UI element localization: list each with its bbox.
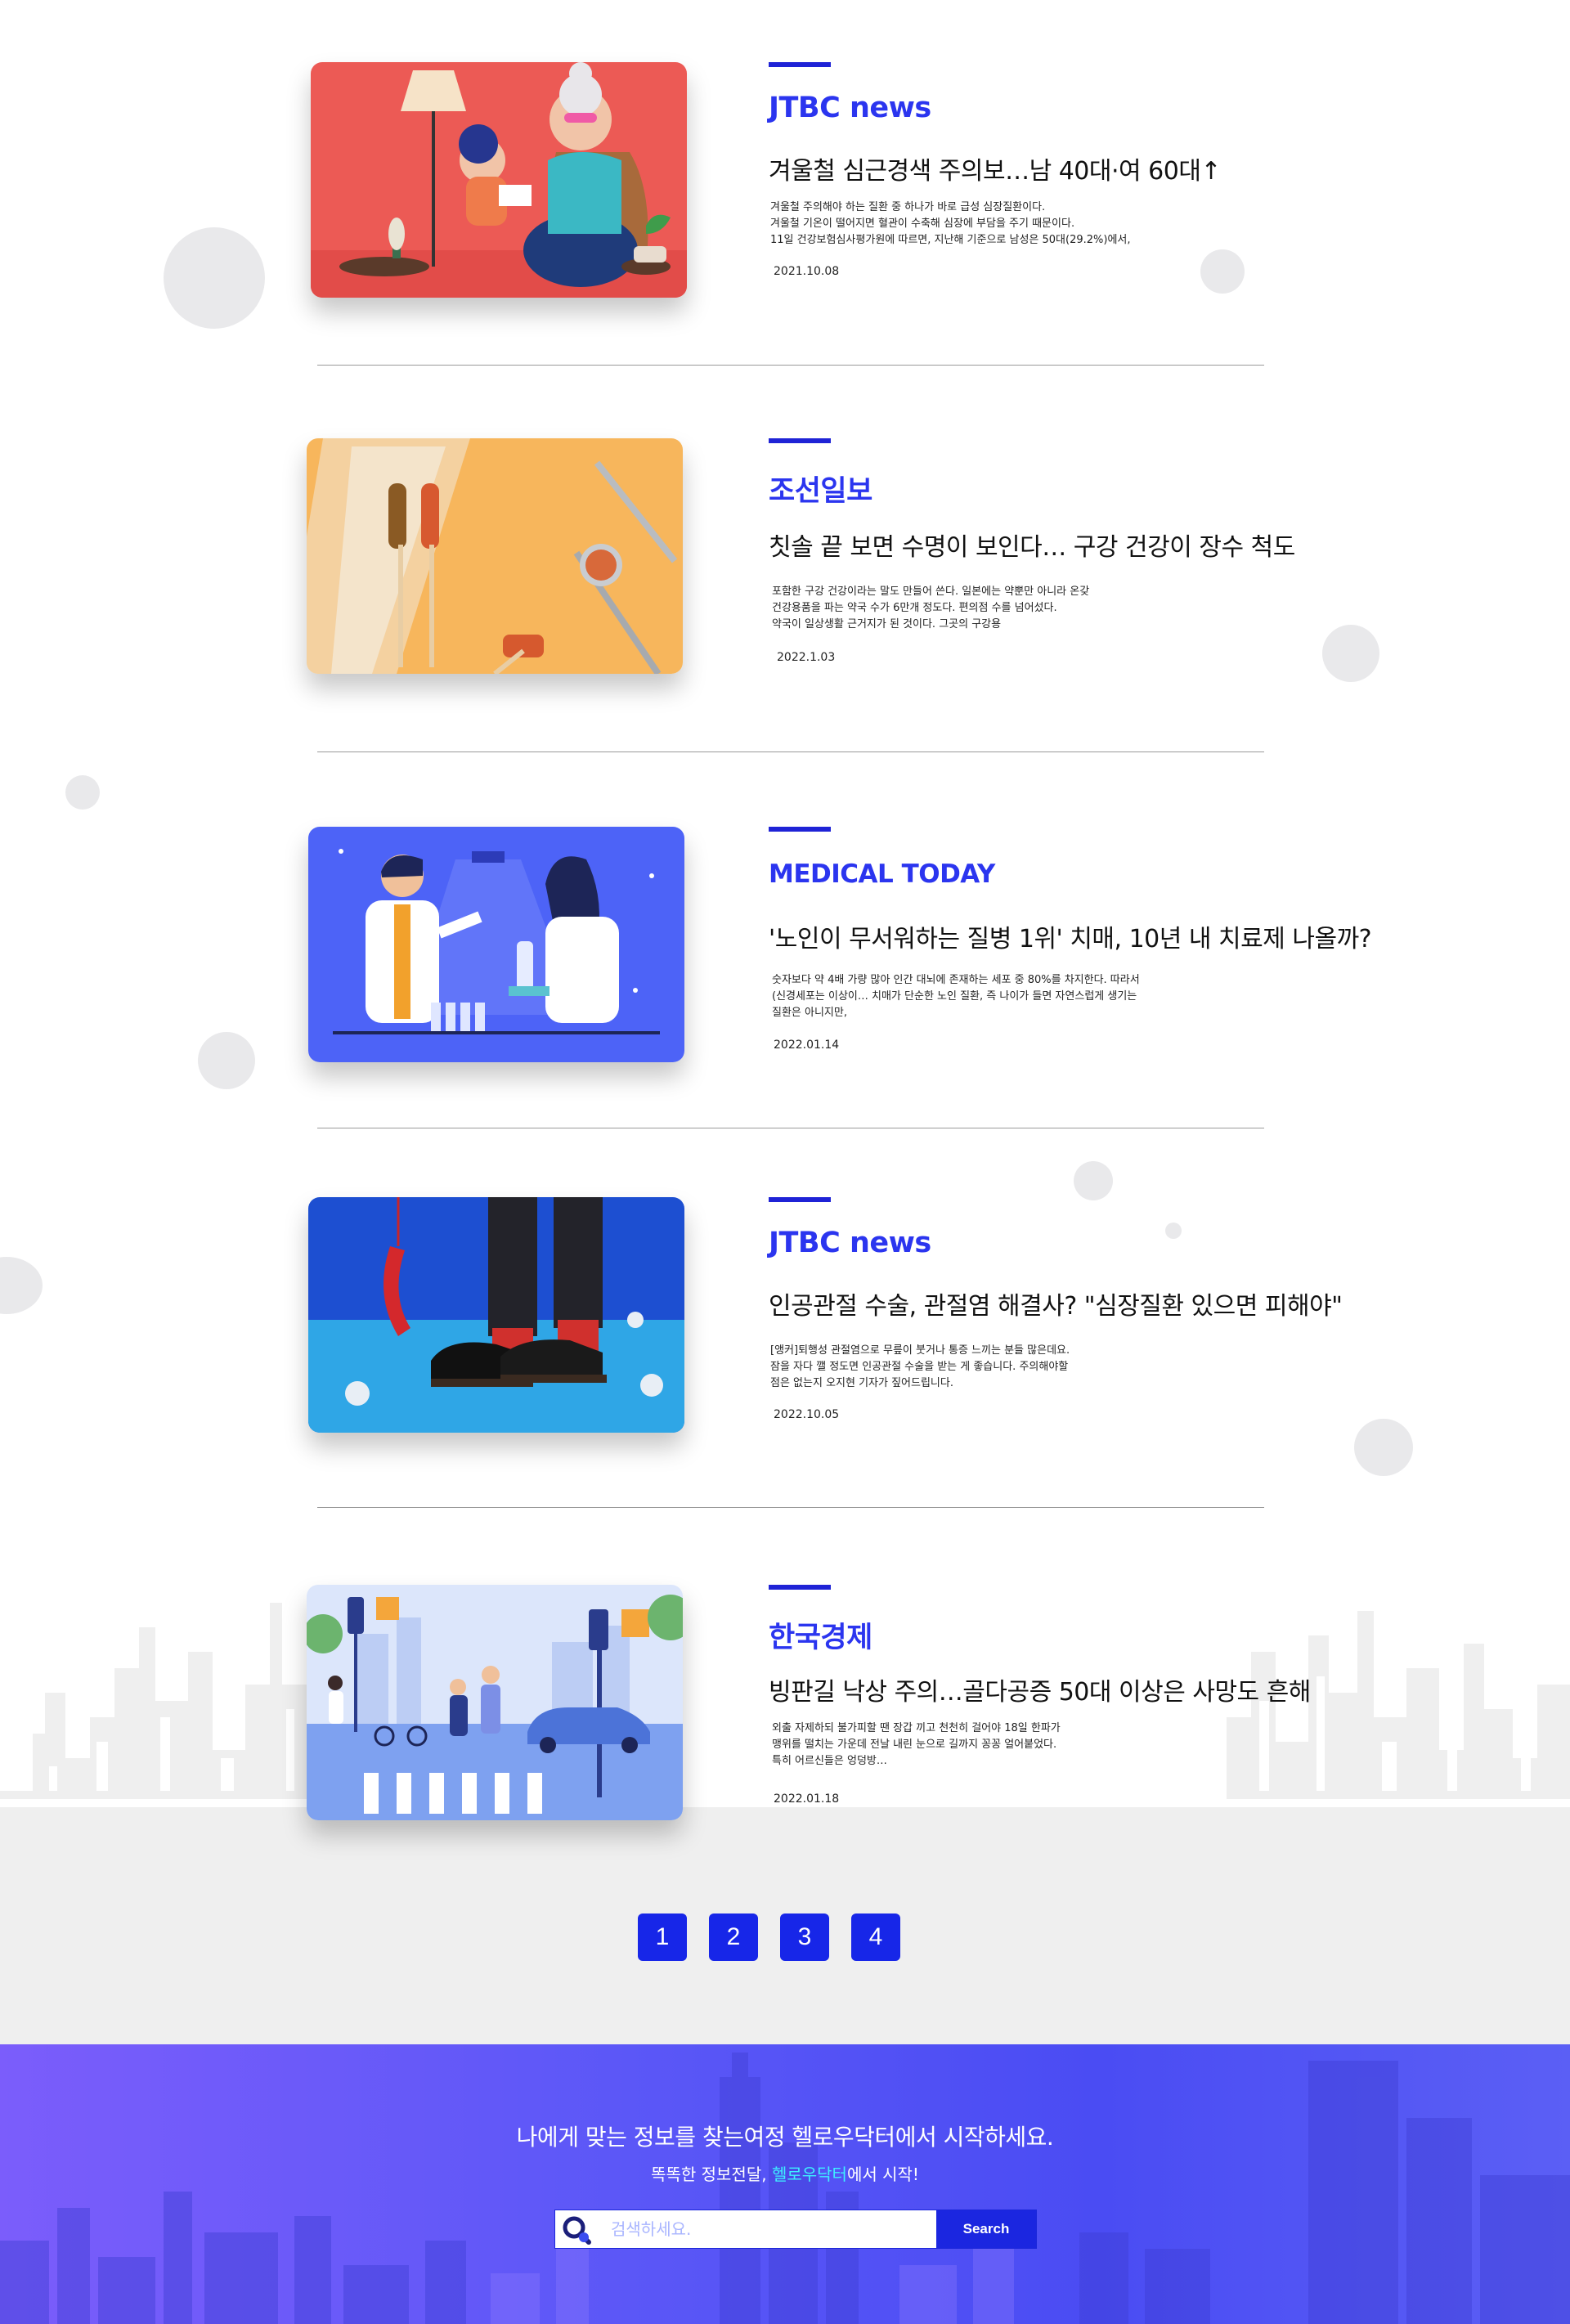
excerpt-line: 건강용품을 파는 약국 수가 6만개 정도다. 편의점 수를 넘어섰다.	[772, 602, 1057, 614]
toothbrush-dental-mirror-photo	[307, 438, 683, 674]
excerpt-line: 질환은 아니지만,	[772, 1007, 847, 1019]
accent-bar	[769, 827, 831, 832]
news-card[interactable]: JTBC news 인공관절 수술, 관절염 해결사? "심장질환 있으면 피해…	[303, 1197, 1366, 1434]
decor-circle	[1074, 1161, 1113, 1200]
excerpt-line: (신경세포는 이상이… 치매가 단순한 노인 질환, 즉 나이가 들면 자연스럽…	[772, 990, 1137, 1003]
news-source: JTBC news	[769, 1227, 931, 1259]
news-card[interactable]: 한국경제 빙판길 낙상 주의…골다공증 50대 이상은 사망도 흔해 외출 자제…	[303, 1585, 1366, 1822]
article-thumbnail[interactable]	[307, 1585, 683, 1820]
article-date: 2022.01.14	[774, 1039, 840, 1052]
banner-subtitle-text: 똑똑한 정보전달,	[651, 2165, 772, 2184]
search-banner: 나에게 맞는 정보를 찾는여정 헬로우닥터에서 시작하세요. 똑똑한 정보전달,…	[0, 2044, 1570, 2324]
excerpt-line: 점은 없는지 오지현 기자가 짚어드립니다.	[770, 1377, 953, 1389]
article-excerpt: [앵커]퇴행성 관절염으로 무릎이 붓거나 통증 느끼는 분들 많은데요. 잠을…	[770, 1343, 1195, 1392]
article-thumbnail[interactable]	[308, 827, 684, 1062]
article-thumbnail[interactable]	[308, 1197, 684, 1433]
search-input[interactable]	[611, 2210, 930, 2248]
article-date: 2022.1.03	[777, 651, 836, 664]
excerpt-line: 겨울철 기온이 떨어지면 혈관이 수축해 심장에 부담을 주기 때문이다.	[770, 218, 1075, 230]
article-date: 2021.10.08	[774, 265, 840, 278]
banner-subtitle: 똑똑한 정보전달, 헬로우닥터에서 시작!	[0, 2161, 1570, 2185]
article-excerpt: 외출 자제하되 불가피할 땐 장갑 끼고 천천히 걸어야 18일 한파가 맹위를…	[772, 1721, 1197, 1770]
news-source: 조선일보	[769, 475, 872, 508]
decor-circle	[164, 227, 265, 329]
accent-bar	[769, 62, 831, 67]
article-headline[interactable]: 빙판길 낙상 주의…골다공증 50대 이상은 사망도 흔해	[769, 1671, 1311, 1707]
excerpt-line: 포함한 구강 건강이라는 말도 만들어 쓴다. 일본에는 약뿐만 아니라 온갖	[772, 585, 1090, 598]
excerpt-line: 약국이 일상생활 근거지가 된 것이다. 그곳의 구강용	[772, 618, 1002, 630]
article-excerpt: 겨울철 주의해야 하는 질환 중 하나가 바로 급성 심장질환이다. 겨울철 기…	[770, 200, 1195, 249]
article-excerpt: 숫자보다 약 4배 가량 많아 인간 대뇌에 존재하는 세포 중 80%를 차지…	[772, 972, 1197, 1021]
crosswalk-elderly-illustration	[307, 1585, 683, 1820]
banner-subtitle-text: 에서 시작!	[846, 2165, 919, 2184]
page-button-3[interactable]: 3	[780, 1913, 829, 1961]
accent-bar	[769, 1197, 831, 1202]
page-button-4[interactable]: 4	[851, 1913, 900, 1961]
article-excerpt: 포함한 구강 건강이라는 말도 만들어 쓴다. 일본에는 약뿐만 아니라 온갖 …	[772, 584, 1197, 633]
article-thumbnail[interactable]	[311, 62, 687, 298]
article-headline[interactable]: 겨울철 심근경색 주의보…남 40대·여 60대↑	[769, 150, 1222, 186]
page-button-2[interactable]: 2	[709, 1913, 758, 1961]
excerpt-line: 특히 어르신들은 엉덩방…	[772, 1755, 887, 1767]
search-bar: Search	[554, 2210, 1037, 2249]
article-headline[interactable]: '노인이 무서워하는 질병 1위' 치매, 10년 내 치료제 나올까?	[769, 918, 1372, 954]
accent-bar	[769, 438, 831, 443]
shoes-red-telephone-photo	[308, 1197, 684, 1433]
article-date: 2022.01.18	[774, 1792, 840, 1806]
brand-highlight: 헬로우닥터	[771, 2165, 847, 2184]
grandma-reading-illustration	[311, 62, 687, 298]
excerpt-line: 맹위를 떨치는 가운데 전날 내린 눈으로 길까지 꽁꽁 얼어붙었다.	[772, 1739, 1057, 1751]
scientists-laboratory-illustration	[308, 827, 684, 1062]
search-icon	[563, 2216, 591, 2245]
article-headline[interactable]: 인공관절 수술, 관절염 해결사? "심장질환 있으면 피해야"	[769, 1285, 1343, 1321]
excerpt-line: 겨울철 주의해야 하는 질환 중 하나가 바로 급성 심장질환이다.	[770, 201, 1046, 213]
decor-circle	[65, 775, 100, 810]
search-button[interactable]: Search	[936, 2210, 1036, 2248]
excerpt-line: 숫자보다 약 4배 가량 많아 인간 대뇌에 존재하는 세포 중 80%를 차지…	[772, 974, 1140, 986]
pagination: 1 2 3 4	[638, 1913, 900, 1961]
decor-circle	[198, 1032, 255, 1089]
article-headline[interactable]: 칫솔 끝 보면 수명이 보인다… 구강 건강이 장수 척도	[769, 527, 1295, 563]
article-divider	[317, 1507, 1264, 1508]
article-date: 2022.10.05	[774, 1408, 840, 1421]
article-thumbnail[interactable]	[307, 438, 683, 674]
excerpt-line: 잠을 자다 깰 정도면 인공관절 수술을 받는 게 좋습니다. 주의해야할	[770, 1361, 1069, 1373]
news-source: JTBC news	[769, 92, 931, 124]
decor-circle	[0, 1257, 43, 1314]
article-divider	[317, 751, 1264, 752]
excerpt-line: 외출 자제하되 불가피할 땐 장갑 끼고 천천히 걸어야 18일 한파가	[772, 1722, 1061, 1734]
excerpt-line: 11일 건강보험심사평가원에 따르면, 지난해 기준으로 남성은 50대(29.…	[770, 234, 1131, 246]
news-card[interactable]: 조선일보 칫솔 끝 보면 수명이 보인다… 구강 건강이 장수 척도 포함한 구…	[303, 438, 1366, 675]
news-card[interactable]: MEDICAL TODAY '노인이 무서워하는 질병 1위' 치매, 10년 …	[303, 827, 1372, 1064]
excerpt-line: [앵커]퇴행성 관절염으로 무릎이 붓거나 통증 느끼는 분들 많은데요.	[770, 1344, 1070, 1357]
article-divider	[317, 365, 1264, 366]
banner-title: 나에게 맞는 정보를 찾는여정 헬로우닥터에서 시작하세요.	[516, 2124, 1054, 2151]
page-button-1[interactable]: 1	[638, 1913, 687, 1961]
accent-bar	[769, 1585, 831, 1590]
news-source: 한국경제	[769, 1622, 872, 1654]
news-source: MEDICAL TODAY	[769, 859, 995, 889]
news-card[interactable]: JTBC news 겨울철 심근경색 주의보…남 40대·여 60대↑ 겨울철 …	[303, 62, 1366, 299]
